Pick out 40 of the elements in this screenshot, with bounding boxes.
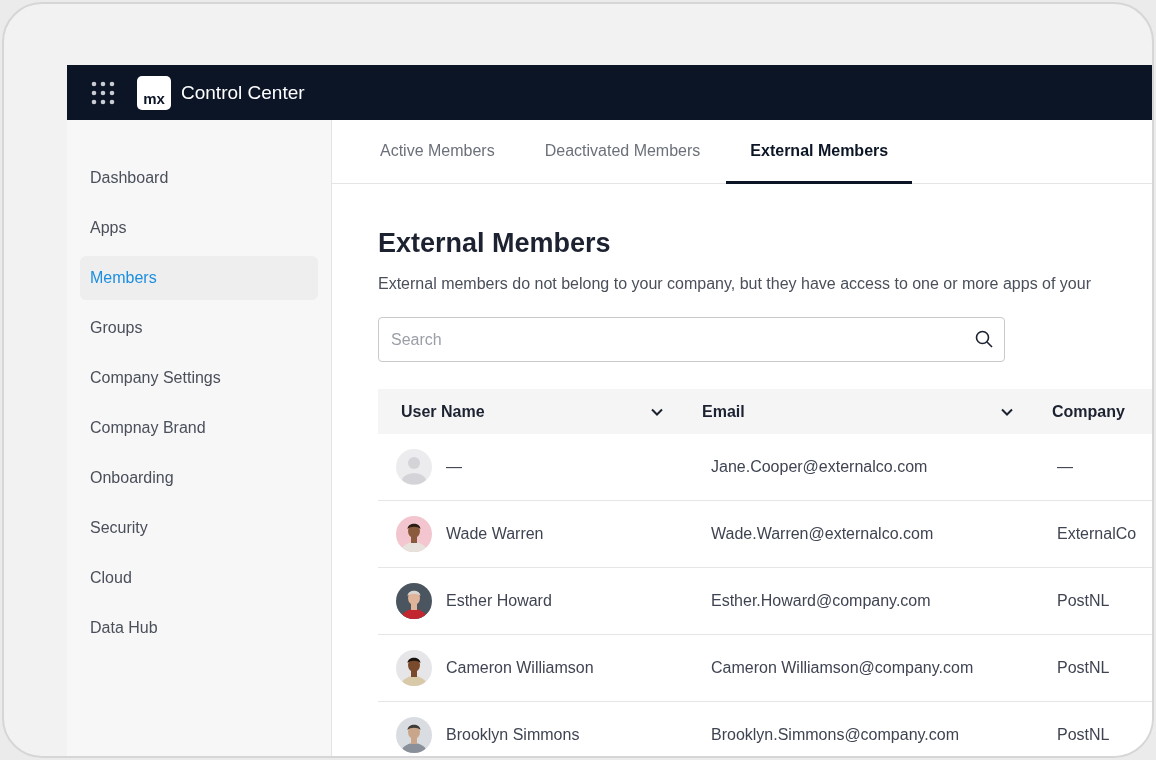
table-cell-text: PostNL <box>1056 659 1111 677</box>
sidebar-item[interactable]: Onboarding <box>80 456 318 500</box>
user-avatar-icon <box>396 449 432 485</box>
column-header: Email <box>702 402 745 421</box>
app-title: Control Center <box>181 81 305 104</box>
table-cell: Brooklyn Simmons <box>446 726 580 744</box>
table-cell-text: Jane.Cooper@externalco.com <box>710 458 929 476</box>
sidebar-item[interactable]: Cloud <box>80 556 318 600</box>
column-header: Company <box>1052 402 1125 421</box>
tab[interactable]: External Members <box>726 120 913 184</box>
search-icon[interactable] <box>975 330 993 348</box>
sidebar-item[interactable]: Groups <box>80 306 318 350</box>
page-title: External Members <box>378 228 612 259</box>
page-description: External members do not belong to your company, but they have access to one or more apps of your <box>378 275 1092 293</box>
sidebar-item[interactable]: Apps <box>80 206 318 250</box>
chevron-down-icon[interactable] <box>1001 407 1013 416</box>
table-cell: Wade Warren <box>446 525 544 543</box>
search-field[interactable]: Search <box>378 317 1005 362</box>
tab[interactable]: Active Members <box>356 120 519 184</box>
table-cell-text: PostNL <box>1056 592 1111 610</box>
logo: mx <box>137 75 171 110</box>
app-grid-icon[interactable] <box>91 80 115 105</box>
table-cell-text: Brooklyn.Simmons@company.com <box>710 726 961 744</box>
table-cell-text: PostNL <box>1056 726 1111 744</box>
table-cell-text: Cameron Williamson@company.com <box>710 659 975 677</box>
table-cell-text: ExternalCo <box>1056 525 1138 543</box>
table-cell: Cameron Williamson <box>446 659 594 677</box>
table-cell-text: Wade.Warren@externalco.com <box>710 525 935 543</box>
table-cell-text: — <box>1056 458 1074 476</box>
sidebar-item[interactable]: Data Hub <box>80 606 318 650</box>
sidebar-item[interactable]: Company Settings <box>80 356 318 400</box>
sidebar-item[interactable]: Security <box>80 506 318 550</box>
sidebar-item[interactable]: Dashboard <box>80 156 318 200</box>
table-cell: — <box>446 458 462 476</box>
tab[interactable]: Deactivated Members <box>520 120 725 184</box>
table-cell: Esther Howard <box>446 592 552 610</box>
table-cell-text: Esther.Howard@company.com <box>710 592 932 610</box>
sidebar-item[interactable]: Compnay Brand <box>80 406 318 450</box>
chevron-down-icon[interactable] <box>651 407 663 416</box>
column-header: User Name <box>401 402 485 421</box>
